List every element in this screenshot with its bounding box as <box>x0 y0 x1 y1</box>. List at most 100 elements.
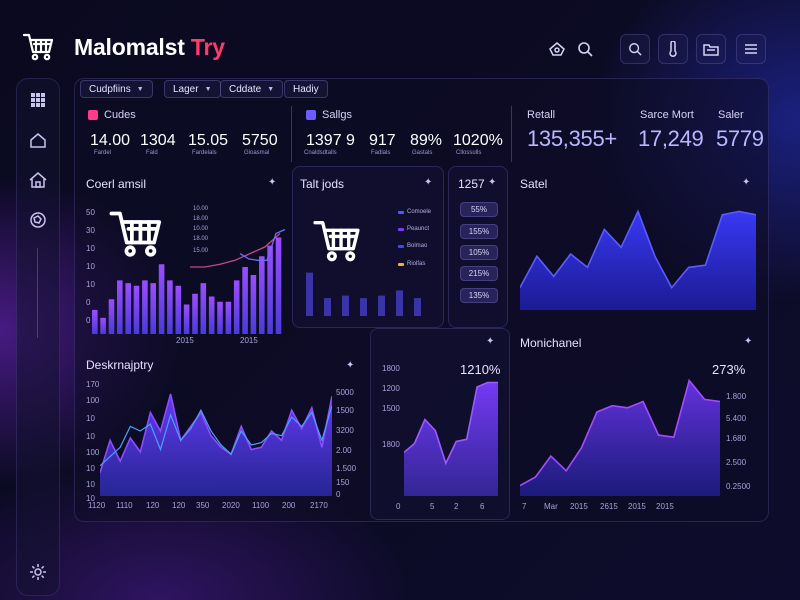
kpi-label: Retall <box>527 109 556 121</box>
y-tick: 1.800 <box>726 392 747 401</box>
search-icon[interactable] <box>620 34 650 64</box>
bar <box>192 293 198 334</box>
folder-icon[interactable] <box>696 34 726 64</box>
card-title: Satel <box>520 177 548 191</box>
kpi-caption: Fald <box>146 150 158 156</box>
thermometer-icon[interactable] <box>658 34 688 64</box>
y-tick: 5000 <box>336 388 354 397</box>
chevron-down-icon: ▼ <box>267 85 275 93</box>
filter-dropdown[interactable]: Lager ▼ <box>164 80 221 98</box>
x-tick: 2015 <box>176 336 194 345</box>
legend-swatch <box>398 227 404 231</box>
kpi-divider <box>291 106 292 162</box>
bar <box>414 298 421 316</box>
bar <box>225 301 232 334</box>
kpi-caption: Cllossulls <box>456 150 482 156</box>
kpi-value: 14.00 <box>90 132 131 149</box>
legend-label: Riolfas <box>407 261 426 267</box>
y-tick: 1800 <box>382 364 400 373</box>
kpi-caption: Fardelals <box>192 150 217 156</box>
kpi-group-label: Cudes <box>104 109 136 121</box>
grid-icon[interactable] <box>26 88 50 112</box>
legend-item: Riolfas <box>398 261 425 267</box>
kpi-big-value: 5779 <box>716 126 764 151</box>
header-value: 1257 <box>458 177 485 191</box>
x-tick: 2015 <box>240 336 258 345</box>
y-tick: 0 <box>336 490 341 499</box>
x-tick: 1120 <box>88 501 106 510</box>
search-icon[interactable] <box>570 34 600 64</box>
bar <box>125 283 131 334</box>
bar <box>242 267 248 334</box>
bar <box>133 285 140 334</box>
percent-pill[interactable]: 215% <box>460 266 498 281</box>
menu-icon[interactable] <box>736 34 766 64</box>
kpi-value: 1020% <box>453 132 503 149</box>
y-tick: 3200 <box>336 426 354 435</box>
kpi-label: Saler <box>718 109 744 121</box>
legend-swatch <box>398 244 404 248</box>
sparkle-icon[interactable]: ✦ <box>346 360 354 371</box>
percent-pill[interactable]: 55% <box>460 202 498 217</box>
x-tick: 2015 <box>628 502 646 511</box>
bar <box>142 280 148 334</box>
sparkle-icon[interactable]: ✦ <box>742 177 750 188</box>
house-icon[interactable] <box>26 168 50 192</box>
cart-logo-icon <box>22 32 56 62</box>
filter-button[interactable]: Hadiy <box>284 80 328 98</box>
kpi-caption: Fadlals <box>371 150 391 156</box>
bar <box>100 317 106 334</box>
percent-pill[interactable]: 105% <box>460 245 498 260</box>
sidebar-divider <box>37 248 38 338</box>
legend-item: Peaunct <box>398 226 429 232</box>
kpi-group-label: Sallgs <box>322 109 352 121</box>
area-chart <box>520 378 720 496</box>
series-fill <box>520 380 720 496</box>
y-tick: 2.500 <box>726 458 747 467</box>
kpi-caption: Cnaldsdtalls <box>304 150 337 156</box>
kpi-value: 5750 <box>242 132 278 149</box>
percent-pill[interactable]: 155% <box>460 224 498 239</box>
sparkle-icon[interactable]: ✦ <box>424 177 432 188</box>
kpi-caption: Gloasmal <box>244 150 270 156</box>
area-chart <box>404 381 498 496</box>
y-tick: 1500 <box>382 404 400 413</box>
settings-icon[interactable] <box>26 560 50 584</box>
x-tick: 2170 <box>310 501 328 510</box>
x-tick: 6 <box>480 502 485 511</box>
bar <box>117 280 123 334</box>
kpi-caption: Gastals <box>412 150 433 156</box>
bar <box>150 283 156 334</box>
area-chart <box>520 209 756 310</box>
globe-icon[interactable] <box>26 208 50 232</box>
percent-pill[interactable]: 135% <box>460 288 498 303</box>
legend-item: Bolmao <box>398 243 427 249</box>
filter-dropdown[interactable]: Cddate ▼ <box>220 80 284 98</box>
x-tick: 120 <box>146 501 160 510</box>
bar-chart <box>306 272 421 316</box>
y-tick: 1.500 <box>336 464 357 473</box>
sparkle-icon[interactable]: ✦ <box>486 336 494 347</box>
filter-dropdown[interactable]: Cudpfiins ▼ <box>80 80 153 98</box>
legend-swatch <box>398 262 404 266</box>
sparkle-icon[interactable]: ✦ <box>488 177 496 188</box>
home-icon[interactable] <box>26 128 50 152</box>
sidebar <box>16 78 60 596</box>
bar <box>396 290 403 316</box>
kpi-value: 1304 <box>140 132 176 149</box>
y-tick: 170 <box>86 380 100 389</box>
sparkle-icon[interactable]: ✦ <box>268 177 276 188</box>
bar <box>183 304 190 334</box>
x-tick: 2015 <box>570 502 588 511</box>
filter-label: Cddate <box>229 83 262 95</box>
y-tick: 150 <box>336 478 350 487</box>
y-tick: 0.2500 <box>726 482 751 491</box>
card-title: Deskrnajptry <box>86 358 154 372</box>
home-outline-icon[interactable] <box>542 34 572 64</box>
sparkle-icon[interactable]: ✦ <box>744 336 752 347</box>
x-tick: 1110 <box>116 501 133 510</box>
bar <box>360 298 367 316</box>
y-tick: 100 <box>86 448 100 457</box>
series-line <box>190 233 281 268</box>
y-tick: 10 <box>86 432 95 441</box>
